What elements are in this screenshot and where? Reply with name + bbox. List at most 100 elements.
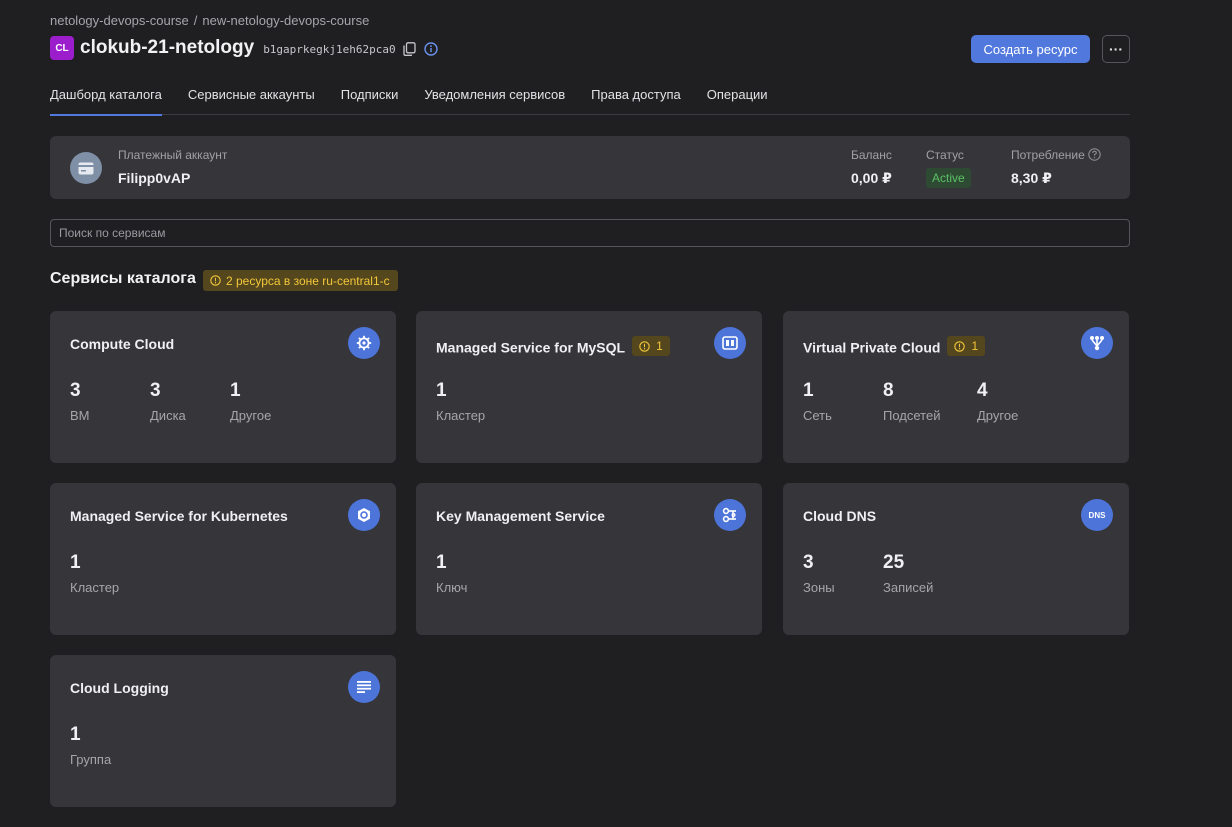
help-icon[interactable] [1088, 148, 1101, 161]
folder-avatar: CL [50, 36, 74, 60]
more-icon: ··· [1109, 41, 1123, 57]
breadcrumb: netology-devops-course / new-netology-de… [50, 13, 369, 28]
kubernetes-icon [348, 499, 380, 531]
service-card-mysql[interactable]: Managed Service for MySQL 1 1 Кластер [416, 311, 762, 463]
service-card-dns[interactable]: Cloud DNS DNS 3 Зоны 25 Записей [783, 483, 1129, 635]
zone-warning-text: 2 ресурса в зоне ru-central1-c [226, 273, 390, 288]
tab-notifications[interactable]: Уведомления сервисов [424, 82, 565, 115]
billing-account-label: Платежный аккаунт [118, 148, 228, 162]
metric-label: Группа [70, 752, 112, 767]
breadcrumb-separator: / [193, 13, 198, 28]
metric: 3 Зоны [803, 552, 835, 596]
metric-label: Ключ [436, 580, 468, 595]
warning-badge[interactable]: 1 [632, 336, 670, 356]
service-title-row: Managed Service for MySQL 1 [436, 336, 670, 356]
metric: 4 Другое [977, 380, 1019, 424]
service-title: Cloud DNS [803, 508, 877, 524]
service-card-kubernetes[interactable]: Managed Service for Kubernetes 1 Кластер [50, 483, 396, 635]
tab-subscriptions[interactable]: Подписки [341, 82, 399, 115]
metric-label: Записей [883, 580, 934, 595]
breadcrumb-cloud[interactable]: netology-devops-course [50, 13, 189, 28]
metric-label: Кластер [70, 580, 120, 595]
copy-icon[interactable] [402, 41, 418, 57]
create-resource-button[interactable]: Создать ресурс [971, 35, 1090, 63]
key-icon [714, 499, 746, 531]
tabs: Дашборд каталога Сервисные аккаунты Подп… [50, 82, 1130, 116]
metric: 1 Группа [70, 724, 112, 768]
metric-label: Другое [977, 408, 1019, 423]
more-actions-button[interactable]: ··· [1102, 35, 1130, 63]
dns-icon: DNS [1081, 499, 1113, 531]
network-icon [1081, 327, 1113, 359]
warning-icon [639, 340, 650, 352]
usage-value: 8,30 ₽ [1011, 170, 1052, 186]
metric-value: 8 [883, 380, 894, 401]
service-card-kms[interactable]: Key Management Service 1 Ключ [416, 483, 762, 635]
metric-value: 1 [70, 724, 81, 745]
metric: 25 Записей [883, 553, 934, 596]
mysql-icon [714, 327, 746, 359]
metric: 3 Диска [150, 380, 186, 424]
service-card-logging[interactable]: Cloud Logging 1 Группа [50, 655, 396, 807]
service-title: Managed Service for MySQL [436, 339, 626, 356]
metric-label: Диска [150, 408, 186, 423]
catalog-dashboard: netology-devops-course / new-netology-de… [0, 0, 1232, 827]
metric-label: Подсетей [883, 408, 941, 423]
status-label: Статус [926, 148, 964, 162]
status-badge: Active [926, 168, 971, 188]
metric-label: Другое [230, 408, 272, 423]
balance-value: 0,00 ₽ [851, 170, 892, 186]
title-row: CL clokub-21-netology b1gaprkegkj1eh62pc… [50, 36, 444, 60]
tab-dashboard[interactable]: Дашборд каталога [50, 82, 162, 116]
usage-label-wrap: Потребление [1011, 148, 1101, 162]
warning-icon [954, 340, 966, 352]
metric-value: 1 [230, 380, 241, 401]
metric-value: 3 [150, 380, 161, 401]
credit-card-icon [70, 152, 102, 184]
usage-label: Потребление [1011, 148, 1085, 162]
metric-label: Сеть [803, 408, 832, 423]
metric: 1 Кластер [436, 380, 486, 424]
metric: 8 Подсетей [883, 380, 941, 424]
billing-account-name[interactable]: Filipp0vAP [118, 170, 190, 186]
metric: 1 Ключ [436, 552, 468, 596]
service-card-vpc[interactable]: Virtual Private Cloud 1 1 Сеть 8 Подсетей… [783, 311, 1129, 463]
billing-account-panel[interactable]: Платежный аккаунт Filipp0vAP Баланс 0,00… [50, 136, 1130, 199]
balance-label: Баланс [851, 148, 892, 162]
folder-id: b1gaprkegkj1eh62pca0 [263, 43, 396, 56]
metric-value: 1 [436, 380, 447, 401]
metric-label: Кластер [436, 408, 486, 423]
warning-badge[interactable]: 1 [947, 336, 986, 356]
metric-value: 4 [977, 380, 988, 401]
tab-operations[interactable]: Операции [707, 82, 768, 115]
page-title: clokub-21-netology [80, 37, 255, 58]
tab-service-accounts[interactable]: Сервисные аккаунты [188, 82, 315, 115]
warning-icon [210, 275, 221, 286]
section-title: Сервисы каталога [50, 270, 196, 287]
breadcrumb-folder[interactable]: new-netology-devops-course [202, 13, 369, 28]
logging-icon [348, 671, 380, 703]
compute-icon [348, 327, 380, 359]
dns-icon-label: DNS [1088, 510, 1106, 520]
metric-value: 3 [70, 380, 81, 401]
metric-value: 1 [803, 380, 814, 401]
metric: 1 Кластер [70, 552, 120, 596]
service-search-input[interactable] [50, 219, 1130, 247]
service-title: Compute Cloud [70, 336, 175, 352]
metric-value: 3 [803, 552, 814, 573]
tab-access-rights[interactable]: Права доступа [591, 82, 681, 115]
metric: 3 ВМ [70, 380, 90, 424]
metric: 1 Сеть [803, 380, 832, 424]
info-icon[interactable] [423, 41, 439, 57]
service-title: Virtual Private Cloud [803, 339, 941, 356]
service-title: Managed Service for Kubernetes [70, 508, 288, 524]
service-card-compute-cloud[interactable]: Compute Cloud 3 ВМ 3 Диска 1 Другое [50, 311, 396, 463]
service-title-row: Virtual Private Cloud 1 [803, 336, 986, 356]
service-title: Key Management Service [436, 508, 605, 524]
metric-value: 1 [70, 552, 81, 573]
warning-count: 1 [656, 339, 663, 353]
metric-value: 1 [436, 552, 447, 573]
metric-label: ВМ [70, 408, 90, 423]
service-title: Cloud Logging [70, 680, 169, 696]
zone-warning-badge[interactable]: 2 ресурса в зоне ru-central1-c [203, 270, 398, 291]
